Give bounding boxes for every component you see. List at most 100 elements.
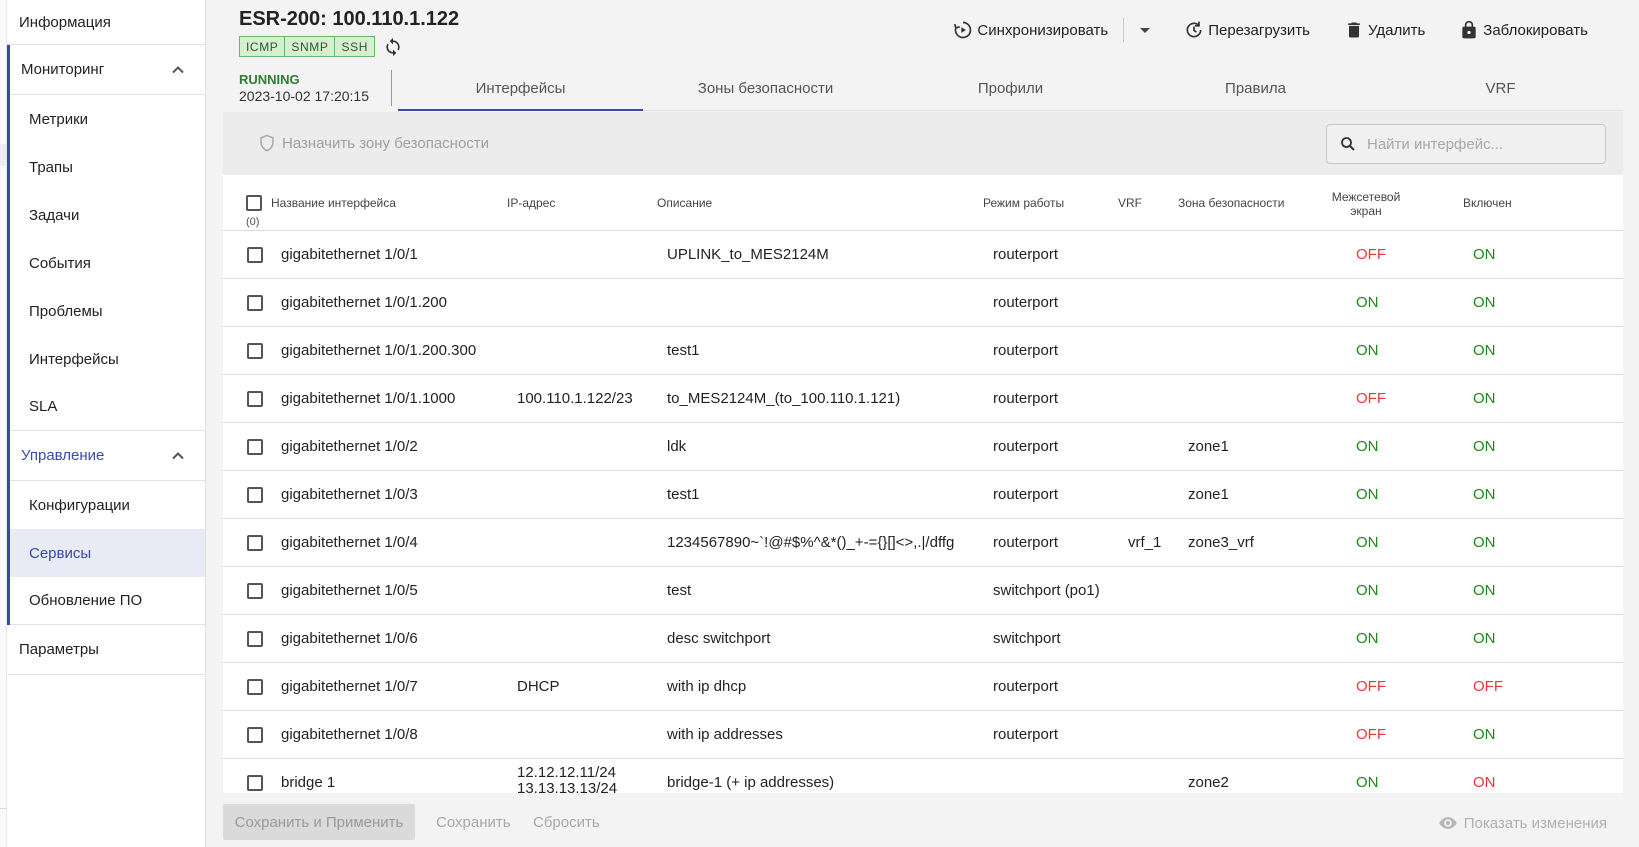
table-row[interactable]: gigabitethernet 1/0/3 test1 routerport zone…: [223, 471, 1623, 519]
sidebar-item-configurations[interactable]: Конфигурации: [10, 481, 205, 529]
cell-mode: routerport: [993, 342, 1059, 359]
row-checkbox[interactable]: [247, 535, 263, 551]
cell-mode: routerport: [993, 678, 1059, 695]
cell-enabled-status: ON: [1473, 582, 1496, 599]
table-row[interactable]: gigabitethernet 1/0/7 DHCP with ip dhcp rou…: [223, 663, 1623, 711]
cell-mode: routerport: [993, 294, 1059, 311]
row-checkbox[interactable]: [247, 727, 263, 743]
delete-button[interactable]: Удалить: [1344, 20, 1425, 40]
protocol-badge-icmp: ICMP: [239, 36, 286, 57]
cell-mode: routerport: [993, 726, 1059, 743]
device-toolbar: Синхронизировать Перезагрузить Удалить З…: [953, 18, 1588, 42]
cell-description: test1: [667, 486, 700, 503]
column-header-ip[interactable]: IP-адрес: [507, 196, 555, 210]
cell-interface-name: bridge 1: [281, 774, 336, 791]
sidebar-item-tasks[interactable]: Задачи: [10, 191, 205, 239]
row-checkbox[interactable]: [247, 343, 263, 359]
cell-firewall-status: ON: [1356, 438, 1379, 455]
search-field: [1326, 124, 1606, 164]
sidebar-item-problems[interactable]: Проблемы: [10, 287, 205, 335]
save-apply-button[interactable]: Сохранить и Применить: [223, 804, 415, 840]
tab-vrf[interactable]: VRF: [1378, 66, 1623, 110]
caret-down-icon[interactable]: [1138, 23, 1152, 37]
sidebar-group-label: Мониторинг: [21, 61, 105, 78]
cell-interface-name: gigabitethernet 1/0/4: [281, 534, 418, 551]
cell-firewall-status: ON: [1356, 534, 1379, 551]
assign-zone-button[interactable]: Назначить зону безопасности: [258, 134, 489, 152]
sidebar-item-sla[interactable]: SLA: [10, 383, 205, 431]
protocol-badges: ICMP SNMP SSH: [239, 36, 403, 57]
cell-zone: zone2: [1188, 774, 1229, 791]
sidebar-item-traps[interactable]: Трапы: [10, 143, 205, 191]
cell-ip-address: 12.12.12.11/24 13.13.13.13/24: [517, 765, 617, 794]
row-checkbox[interactable]: [247, 439, 263, 455]
row-checkbox[interactable]: [247, 295, 263, 311]
table-row[interactable]: gigabitethernet 1/0/8 with ip addresses ro…: [223, 711, 1623, 759]
cell-zone: zone1: [1188, 438, 1229, 455]
cell-mode: switchport (po1): [993, 582, 1100, 599]
column-header-mode[interactable]: Режим работы: [983, 196, 1064, 210]
tab-profiles[interactable]: Профили: [888, 66, 1133, 110]
table-row[interactable]: gigabitethernet 1/0/1.200 routerport ON ON: [223, 279, 1623, 327]
sidebar-group-header-management[interactable]: Управление: [10, 431, 205, 481]
table-row[interactable]: bridge 1 12.12.12.11/24 13.13.13.13/24 brid…: [223, 759, 1623, 793]
sidebar-group-monitoring: Мониторинг Метрики Трапы Задачи События …: [7, 45, 205, 431]
column-header-description[interactable]: Описание: [657, 196, 712, 210]
refresh-icon[interactable]: [383, 37, 403, 57]
show-changes-button[interactable]: Показать изменения: [1438, 813, 1607, 833]
table-row[interactable]: gigabitethernet 1/0/5 test switchport (po1…: [223, 567, 1623, 615]
cell-ip-address: DHCP: [517, 678, 560, 695]
sidebar-item-parameters[interactable]: Параметры: [7, 625, 205, 675]
sidebar-item-services[interactable]: Сервисы: [10, 529, 205, 577]
row-checkbox[interactable]: [247, 679, 263, 695]
row-checkbox[interactable]: [247, 247, 263, 263]
tab-interfaces[interactable]: Интерфейсы: [398, 66, 643, 111]
search-input[interactable]: [1367, 135, 1597, 153]
selected-count: (0): [246, 216, 260, 228]
lock-button[interactable]: Заблокировать: [1459, 20, 1588, 40]
cell-enabled-status: ON: [1473, 774, 1496, 791]
sidebar-item-info[interactable]: Информация: [7, 0, 205, 45]
column-header-zone[interactable]: Зона безопасности: [1178, 196, 1284, 210]
row-checkbox[interactable]: [247, 775, 263, 791]
column-header-firewall[interactable]: Межсетевой экран: [1321, 190, 1411, 218]
sidebar-item-firmware-update[interactable]: Обновление ПО: [10, 577, 205, 625]
table-row[interactable]: gigabitethernet 1/0/4 1234567890~`!@#$%^&…: [223, 519, 1623, 567]
sidebar-item-events[interactable]: События: [10, 239, 205, 287]
table-row[interactable]: gigabitethernet 1/0/1.200.300 test1 router…: [223, 327, 1623, 375]
select-all-checkbox[interactable]: [246, 195, 262, 211]
table-body: gigabitethernet 1/0/1 UPLINK_to_MES2124M r…: [223, 231, 1623, 793]
table-row[interactable]: gigabitethernet 1/0/6 desc switchport swit…: [223, 615, 1623, 663]
cell-mode: routerport: [993, 534, 1059, 551]
cell-firewall-status: ON: [1356, 486, 1379, 503]
sidebar-group-label: Управление: [21, 447, 105, 464]
sidebar-item-metrics[interactable]: Метрики: [10, 95, 205, 143]
tab-security-zones[interactable]: Зоны безопасности: [643, 66, 888, 110]
row-checkbox[interactable]: [247, 391, 263, 407]
table-row[interactable]: gigabitethernet 1/0/2 ldk routerport zone1 O…: [223, 423, 1623, 471]
reboot-button[interactable]: Перезагрузить: [1184, 20, 1310, 40]
save-button[interactable]: Сохранить: [436, 814, 511, 831]
protocol-badge-ssh: SSH: [334, 36, 375, 57]
sidebar-group-management: Управление Конфигурации Сервисы Обновлен…: [7, 431, 205, 625]
cell-mode: switchport: [993, 630, 1061, 647]
sidebar-group-header-monitoring[interactable]: Мониторинг: [10, 45, 205, 95]
row-checkbox[interactable]: [247, 631, 263, 647]
column-header-vrf[interactable]: VRF: [1118, 196, 1142, 210]
cell-interface-name: gigabitethernet 1/0/7: [281, 678, 418, 695]
tab-rules[interactable]: Правила: [1133, 66, 1378, 110]
cell-interface-name: gigabitethernet 1/0/8: [281, 726, 418, 743]
sync-button[interactable]: Синхронизировать: [953, 20, 1108, 40]
search-icon: [1341, 137, 1355, 151]
page-title: ESR-200: 100.110.1.122: [239, 8, 460, 30]
row-checkbox[interactable]: [247, 487, 263, 503]
reset-button[interactable]: Сбросить: [533, 814, 600, 831]
cell-description: bridge-1 (+ ip addresses): [667, 774, 835, 791]
sidebar-item-interfaces[interactable]: Интерфейсы: [10, 335, 205, 383]
cell-enabled-status: ON: [1473, 630, 1496, 647]
column-header-name[interactable]: Название интерфейса: [271, 196, 396, 210]
row-checkbox[interactable]: [247, 583, 263, 599]
table-row[interactable]: gigabitethernet 1/0/1.1000 100.110.1.122/…: [223, 375, 1623, 423]
column-header-enabled[interactable]: Включен: [1463, 196, 1512, 210]
table-row[interactable]: gigabitethernet 1/0/1 UPLINK_to_MES2124M r…: [223, 231, 1623, 279]
